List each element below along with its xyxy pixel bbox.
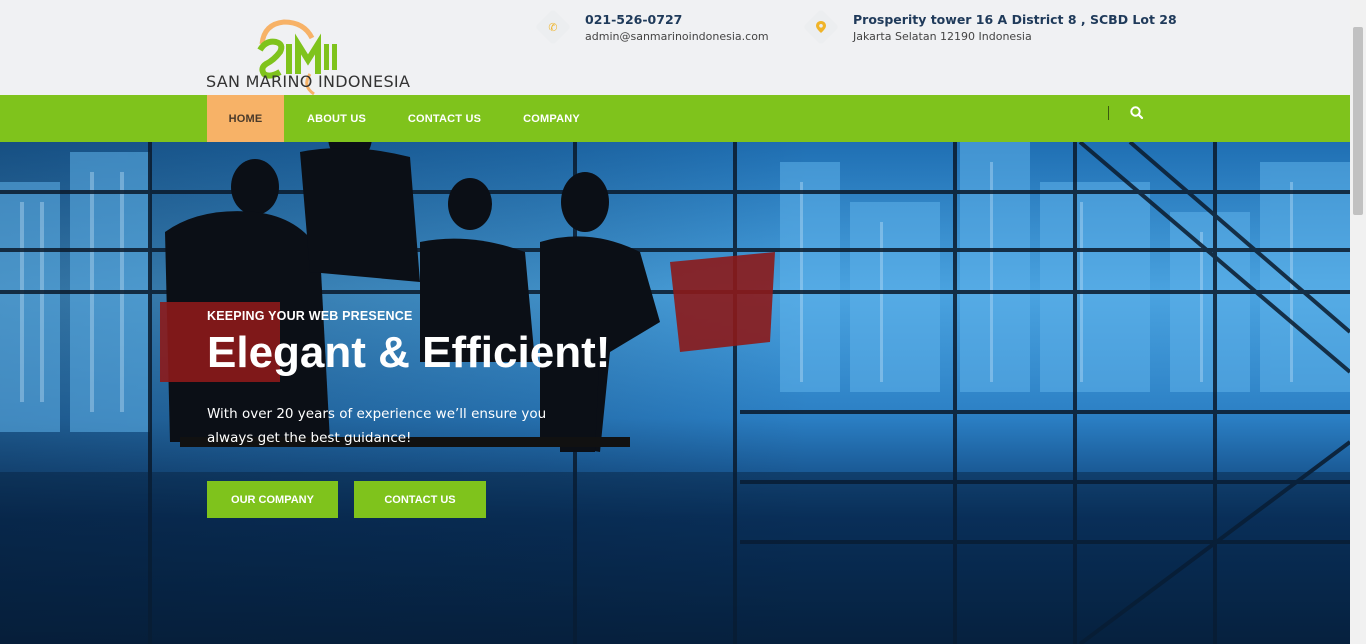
nav-contact-us[interactable]: CONTACT US xyxy=(398,95,491,142)
our-company-button[interactable]: OUR COMPANY xyxy=(207,481,338,518)
search-icon[interactable] xyxy=(1128,104,1146,122)
main-nav: HOME ABOUT US CONTACT US COMPANY xyxy=(0,95,1350,142)
phone-number[interactable]: 021-526-0727 xyxy=(585,12,682,27)
hero-description: With over 20 years of experience we’ll e… xyxy=(207,406,547,446)
map-pin-icon xyxy=(802,8,840,46)
top-header: SAN MARINO INDONESIA ✆ 021-526-0727 admi… xyxy=(0,0,1350,96)
hero-kicker: KEEPING YOUR WEB PRESENCE xyxy=(207,309,413,323)
scrollbar-thumb[interactable] xyxy=(1353,27,1363,215)
nav-divider xyxy=(1108,106,1109,120)
hero-banner: KEEPING YOUR WEB PRESENCE Elegant & Effi… xyxy=(0,142,1350,644)
site-logo[interactable]: SAN MARINO INDONESIA xyxy=(206,16,411,96)
hero-background-image xyxy=(0,142,1350,644)
phone-icon: ✆ xyxy=(534,8,572,46)
hero-title: Elegant & Efficient! xyxy=(207,328,611,377)
address-line2: Jakarta Selatan 12190 Indonesia xyxy=(853,30,1032,43)
nav-company[interactable]: COMPANY xyxy=(513,95,590,142)
logo-text: SAN MARINO INDONESIA xyxy=(206,72,411,91)
email-address[interactable]: admin@sanmarinoindonesia.com xyxy=(585,30,769,43)
address-line1: Prosperity tower 16 A District 8 , SCBD … xyxy=(853,12,1177,27)
contact-us-button[interactable]: CONTACT US xyxy=(354,481,486,518)
nav-home[interactable]: HOME xyxy=(207,95,284,142)
nav-about-us[interactable]: ABOUT US xyxy=(296,95,377,142)
page-scrollbar[interactable] xyxy=(1350,0,1366,644)
